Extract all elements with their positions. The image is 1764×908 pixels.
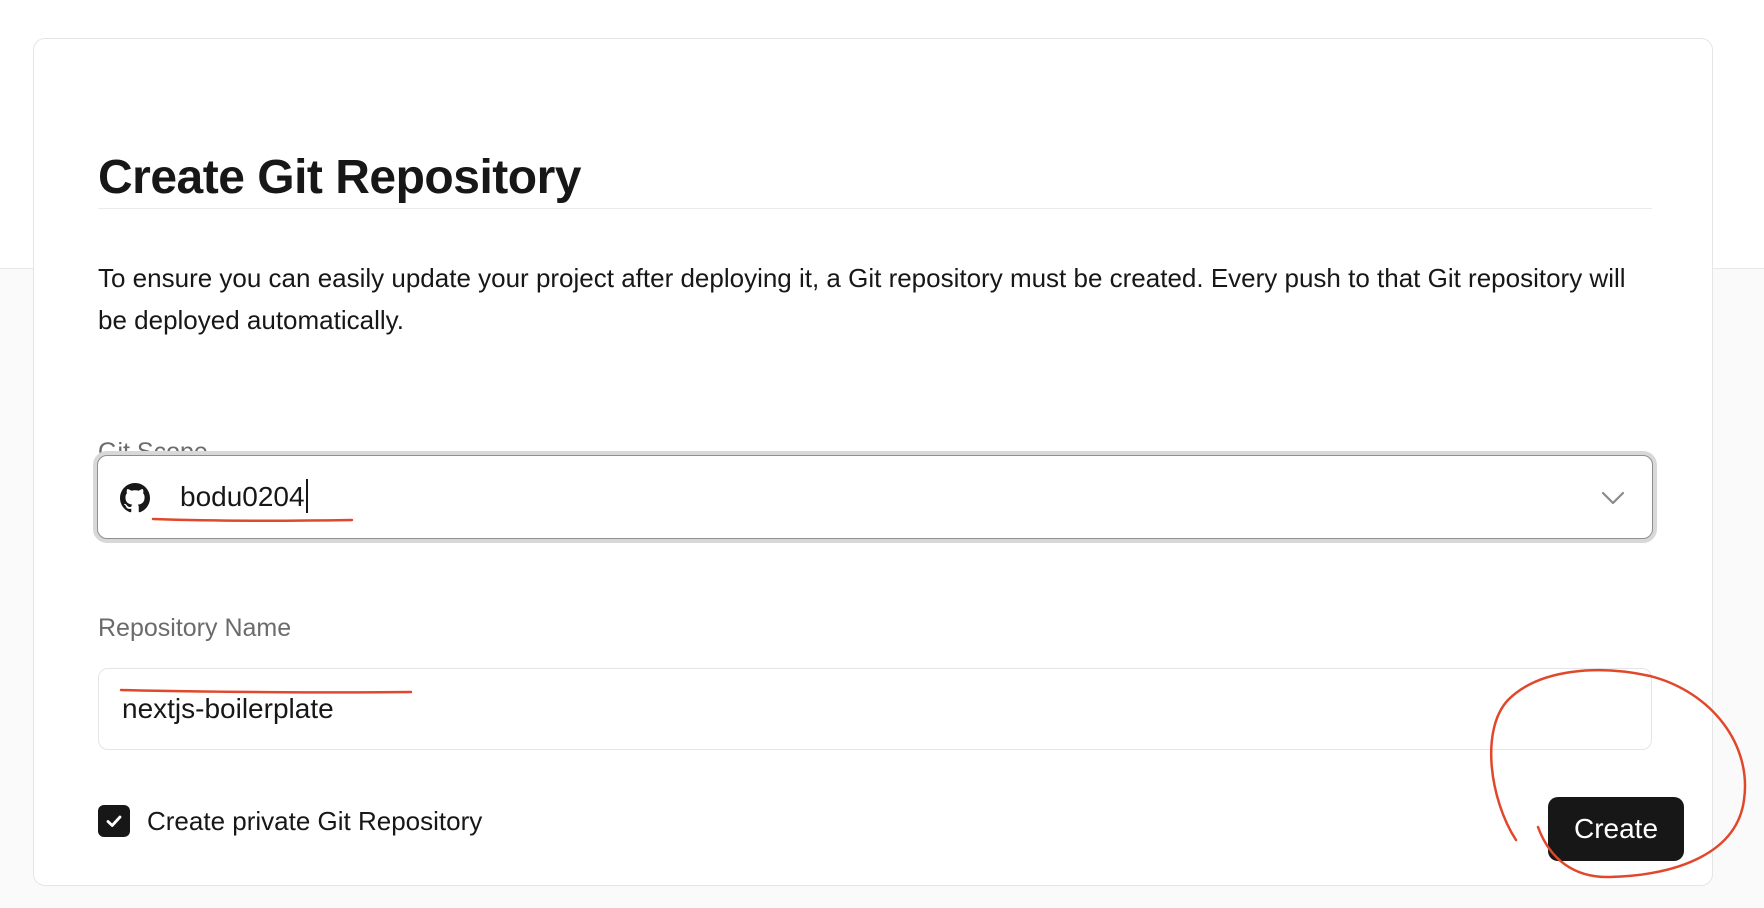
create-repository-card: Create Git Repository To ensure you can …: [33, 38, 1713, 886]
chevron-down-icon: [1601, 491, 1625, 505]
private-repo-checkbox[interactable]: [98, 805, 130, 837]
title-divider: [98, 208, 1652, 209]
private-repo-label[interactable]: Create private Git Repository: [147, 803, 482, 839]
text-caret: [305, 479, 308, 513]
git-scope-select[interactable]: bodu0204: [97, 455, 1653, 539]
git-scope-value: bodu0204: [180, 476, 308, 518]
git-scope-value-text: bodu0204: [180, 481, 305, 512]
description-text: To ensure you can easily update your pro…: [98, 263, 1626, 335]
checkmark-icon: [106, 815, 122, 827]
repository-name-input[interactable]: [98, 668, 1652, 750]
create-button[interactable]: Create: [1548, 797, 1684, 861]
github-icon: [120, 483, 150, 513]
page-title: Create Git Repository: [98, 151, 581, 204]
repository-name-label: Repository Name: [98, 614, 292, 642]
